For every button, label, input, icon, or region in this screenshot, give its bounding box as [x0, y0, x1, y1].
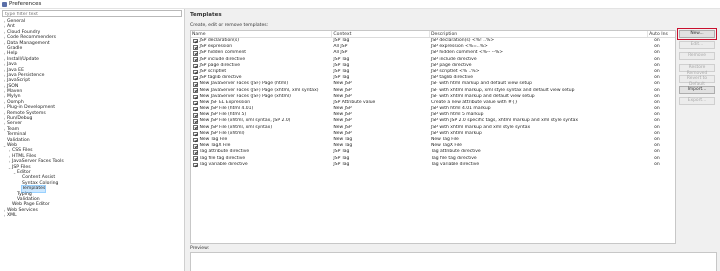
filter-field[interactable]	[2, 10, 182, 17]
template-name: Tag variable directive	[199, 161, 248, 167]
enabled-checkbox[interactable]	[193, 88, 198, 93]
table-body: JSP declaration(s) JSP Tag JSP declaration…	[191, 38, 675, 168]
tree-item[interactable]: › XML	[2, 213, 184, 218]
column-header-auto-insert[interactable]: Auto Ins	[648, 31, 675, 37]
enabled-checkbox[interactable]	[193, 113, 198, 118]
enabled-checkbox[interactable]	[193, 144, 198, 149]
templates-table: Name Context Description Auto Ins JSP de…	[190, 30, 676, 244]
enabled-checkbox[interactable]	[193, 150, 198, 155]
edit-button[interactable]: Edit...	[679, 41, 715, 50]
preview-area[interactable]	[190, 252, 717, 271]
enabled-checkbox[interactable]	[193, 69, 198, 75]
preview-label: Preview:	[190, 246, 210, 251]
template-name-cell: Tag variable directive	[191, 162, 332, 168]
enabled-checkbox[interactable]	[193, 156, 198, 161]
template-auto-insert: on	[654, 161, 660, 167]
column-header-name[interactable]: Name	[191, 31, 333, 37]
table-row[interactable]: Tag variable directive JSP Tag Tag variabl…	[191, 162, 675, 168]
enabled-checkbox[interactable]	[193, 131, 198, 137]
window-titlebar: Preferences	[0, 0, 720, 9]
import-button[interactable]: Import...	[679, 85, 715, 94]
revert-to-default-button[interactable]: Revert to Default	[679, 74, 715, 87]
preferences-sidebar: ›General›Ant›Cloud Foundry›Code Recommen…	[0, 9, 185, 271]
enabled-checkbox[interactable]	[193, 100, 198, 106]
template-context: JSP Tag	[333, 161, 350, 167]
enabled-checkbox[interactable]	[193, 162, 198, 168]
enabled-checkbox[interactable]	[193, 137, 198, 143]
column-header-context[interactable]: Context	[332, 31, 431, 37]
new-button[interactable]: New...	[676, 27, 718, 41]
enabled-checkbox[interactable]	[193, 45, 198, 50]
column-header-description[interactable]: Description	[430, 31, 649, 37]
tree-item-label: XML	[7, 213, 17, 219]
enabled-checkbox[interactable]	[193, 119, 198, 124]
table-header: Name Context Description Auto Ins	[191, 31, 675, 38]
remove-button[interactable]: Remove	[679, 52, 715, 61]
enabled-checkbox[interactable]	[193, 63, 198, 69]
enabled-checkbox[interactable]	[193, 94, 198, 100]
templates-page: Templates Create, edit or remove templat…	[186, 9, 720, 271]
enabled-checkbox[interactable]	[193, 57, 198, 62]
page-title: Templates	[190, 12, 222, 18]
preferences-tree: › General › Ant › Cloud Foundry › Code Recommen…	[2, 19, 184, 218]
enabled-checkbox[interactable]	[193, 75, 198, 81]
app-icon	[2, 2, 7, 7]
enabled-checkbox[interactable]	[193, 82, 198, 87]
restore-removed-button[interactable]: Restore Removed	[679, 63, 715, 76]
enabled-checkbox[interactable]	[193, 38, 198, 44]
template-description: Tag variable directive	[431, 161, 480, 167]
enabled-checkbox[interactable]	[193, 106, 198, 112]
export-button[interactable]: Export...	[679, 97, 715, 106]
enabled-checkbox[interactable]	[193, 51, 198, 56]
enabled-checkbox[interactable]	[193, 125, 198, 130]
window-title: Preferences	[9, 1, 42, 7]
page-subtitle: Create, edit or remove templates:	[190, 23, 269, 28]
template-actions: New... Edit... Remove Restore Removed Revert…	[676, 27, 718, 108]
filter-input[interactable]	[3, 12, 181, 17]
